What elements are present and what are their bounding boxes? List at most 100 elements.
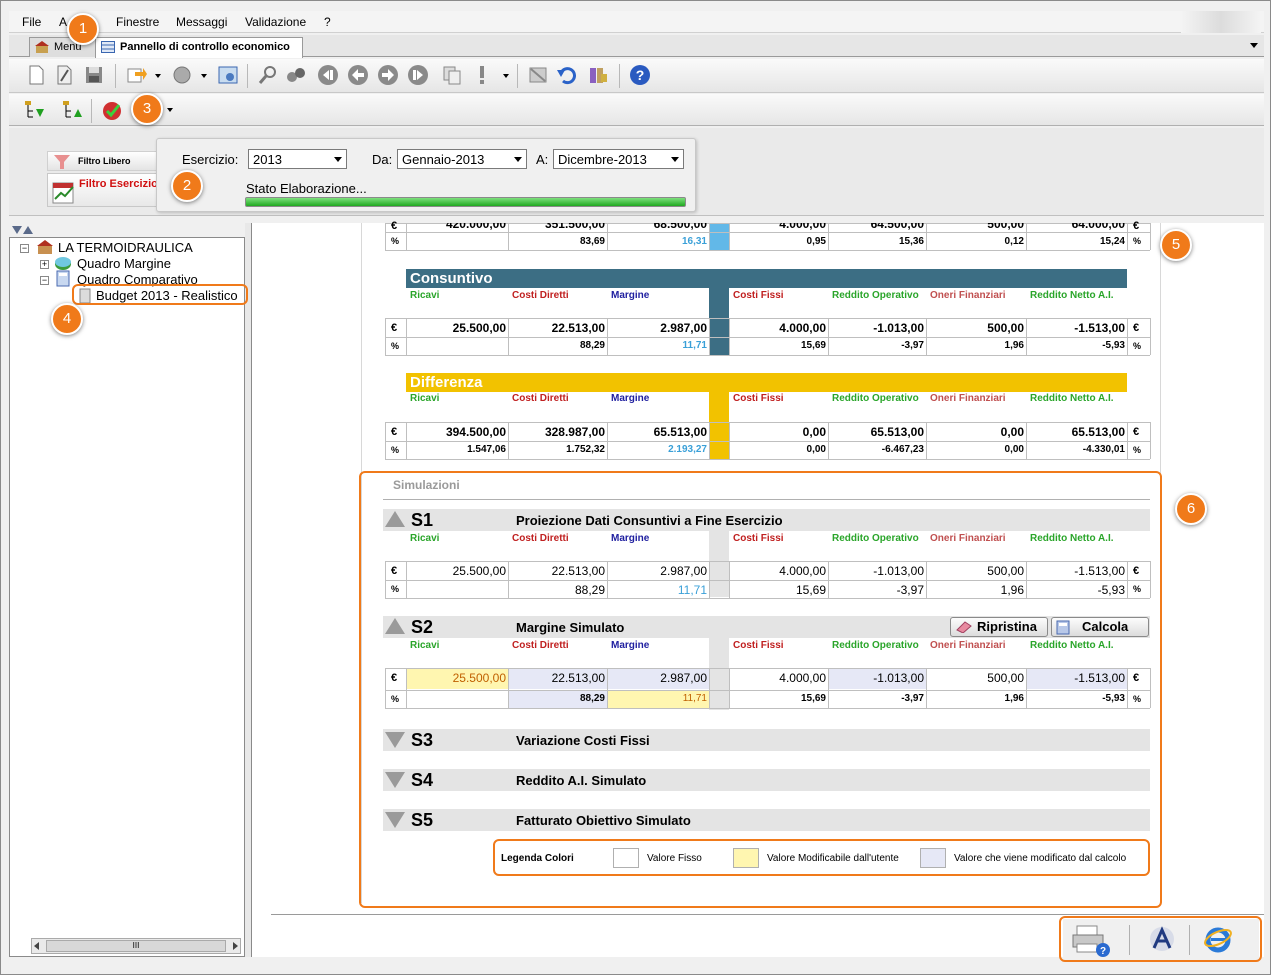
tree-toggle-icon[interactable]: −	[20, 244, 29, 253]
tab-pannello-label: Pannello di controllo economico	[120, 41, 290, 53]
value-euro: 4.000,00	[779, 217, 826, 231]
search-icon[interactable]	[257, 64, 279, 86]
value-euro: 351.500,00	[544, 217, 605, 231]
differenza-header: Differenza	[406, 373, 1127, 392]
tree-root-label[interactable]: LA TERMOIDRAULICA	[58, 240, 193, 255]
menu-messaggi[interactable]: Messaggi	[176, 15, 227, 29]
callout-badge: 2	[171, 170, 203, 202]
table-rule	[709, 422, 710, 459]
tab-pannello[interactable]: Pannello di controllo economico	[95, 37, 303, 58]
value-percent: 0,12	[1004, 236, 1024, 247]
filtro-libero-label: Filtro Libero	[78, 156, 131, 166]
copy-icon[interactable]	[441, 64, 463, 86]
da-select[interactable]: Gennaio-2013	[397, 149, 527, 169]
undo-icon[interactable]	[555, 64, 577, 86]
help-icon[interactable]: ?	[629, 64, 651, 86]
toolbar-separator	[517, 64, 518, 88]
content-footer-line	[271, 914, 1264, 915]
filtro-esercizio-button[interactable]: Filtro Esercizio	[47, 173, 161, 207]
menu-validazione[interactable]: Validazione	[245, 15, 306, 29]
table-rule	[385, 337, 1150, 338]
menu-file[interactable]: File	[22, 15, 41, 29]
menu-a[interactable]: A	[59, 15, 67, 29]
tree-toggle-icon[interactable]: +	[40, 260, 49, 269]
scroll-thumb[interactable]: III	[46, 940, 226, 952]
scroll-left-icon[interactable]	[34, 942, 39, 950]
value-euro: 64.500,00	[870, 217, 924, 231]
euro-symbol: €	[1133, 322, 1140, 334]
tab-overflow-icon[interactable]	[1250, 43, 1258, 48]
callout-badge: 4	[51, 303, 83, 335]
scroll-right-icon[interactable]	[233, 942, 238, 950]
percent-symbol: %	[391, 445, 400, 455]
value-percent: 1,96	[1004, 340, 1024, 351]
tree-collapse-icon[interactable]	[12, 226, 22, 234]
value-percent: 88,29	[579, 340, 605, 351]
value-euro: 500,00	[987, 217, 1024, 231]
col-header-reddito-netto: Reddito Netto A.I.	[1030, 393, 1114, 404]
table-rule	[1127, 318, 1128, 355]
export-dropdown-icon[interactable]	[155, 74, 161, 78]
col-header-margine: Margine	[611, 393, 650, 404]
a-select[interactable]: Dicembre-2013	[553, 149, 684, 169]
menu-finestre[interactable]: Finestre	[116, 15, 159, 29]
euro-symbol: €	[391, 322, 398, 334]
globe-icon[interactable]	[171, 64, 193, 86]
book-lock-icon[interactable]	[587, 64, 609, 86]
table-rule	[385, 223, 386, 250]
tree-pane: − LA TERMOIDRAULICA + Quadro Margine − Q…	[9, 237, 245, 957]
save-icon[interactable]	[83, 64, 105, 86]
first-record-icon[interactable]	[317, 64, 339, 86]
menu-bar: File A Finestre Messaggi Validazione ?	[9, 11, 1264, 33]
main-toolbar: ?	[9, 59, 1264, 93]
menu-help[interactable]: ?	[324, 15, 331, 29]
value-percent: 2.193,27	[668, 444, 707, 455]
value-percent: 0,00	[1004, 444, 1024, 455]
alert-icon[interactable]	[471, 64, 493, 86]
validate-dropdown-icon[interactable]	[167, 108, 173, 112]
toolbar-separator	[619, 64, 620, 88]
validate-icon[interactable]	[101, 99, 123, 121]
percent-symbol: %	[391, 341, 400, 351]
col-header-costi-diretti: Costi Diretti	[512, 393, 569, 404]
esercizio-value: 2013	[253, 152, 282, 167]
col-header-costi-diretti: Costi Diretti	[512, 290, 569, 301]
col-header-oneri-finanziari: Oneri Finanziari	[930, 393, 1006, 404]
next-record-icon[interactable]	[377, 64, 399, 86]
last-record-icon[interactable]	[407, 64, 429, 86]
collapse-tree-icon[interactable]	[61, 99, 83, 121]
value-percent: 15,69	[800, 340, 826, 351]
table-rule	[385, 422, 1150, 423]
value-percent: -3,97	[901, 340, 924, 351]
da-label: Da:	[372, 152, 393, 167]
new-document-icon[interactable]	[25, 64, 47, 86]
calculator-icon	[56, 270, 70, 287]
value-euro: 68.500,00	[653, 217, 707, 231]
edit-document-icon[interactable]	[53, 64, 75, 86]
budget-margin-band	[709, 223, 729, 251]
euro-symbol: €	[391, 220, 398, 232]
delete-icon[interactable]	[527, 64, 549, 86]
value-euro: 64.000,00	[1071, 217, 1125, 231]
value-euro: 394.500,00	[445, 425, 506, 439]
binoculars-icon[interactable]	[285, 64, 307, 86]
tree-expand-icon[interactable]	[23, 226, 33, 234]
esercizio-select[interactable]: 2013	[248, 149, 347, 169]
expand-tree-icon[interactable]	[23, 99, 45, 121]
tree-toggle-icon[interactable]: −	[40, 276, 49, 285]
settings-window-icon[interactable]	[217, 64, 239, 86]
previous-record-icon[interactable]	[347, 64, 369, 86]
filtro-libero-button[interactable]: Filtro Libero	[47, 151, 157, 171]
euro-symbol: €	[391, 426, 398, 438]
value-percent: -6.467,23	[881, 444, 924, 455]
a-label: A:	[536, 152, 549, 167]
export-icon[interactable]	[125, 64, 147, 86]
value-percent: 15,24	[1099, 236, 1125, 247]
value-percent: 83,69	[579, 236, 605, 247]
tree-horizontal-scrollbar[interactable]: III	[31, 938, 241, 954]
alert-dropdown-icon[interactable]	[503, 74, 509, 78]
consuntivo-header: Consuntivo	[406, 269, 1127, 288]
globe-dropdown-icon[interactable]	[201, 74, 207, 78]
value-euro: 500,00	[987, 321, 1024, 335]
tree-item-quadro-margine[interactable]: Quadro Margine	[77, 256, 171, 271]
